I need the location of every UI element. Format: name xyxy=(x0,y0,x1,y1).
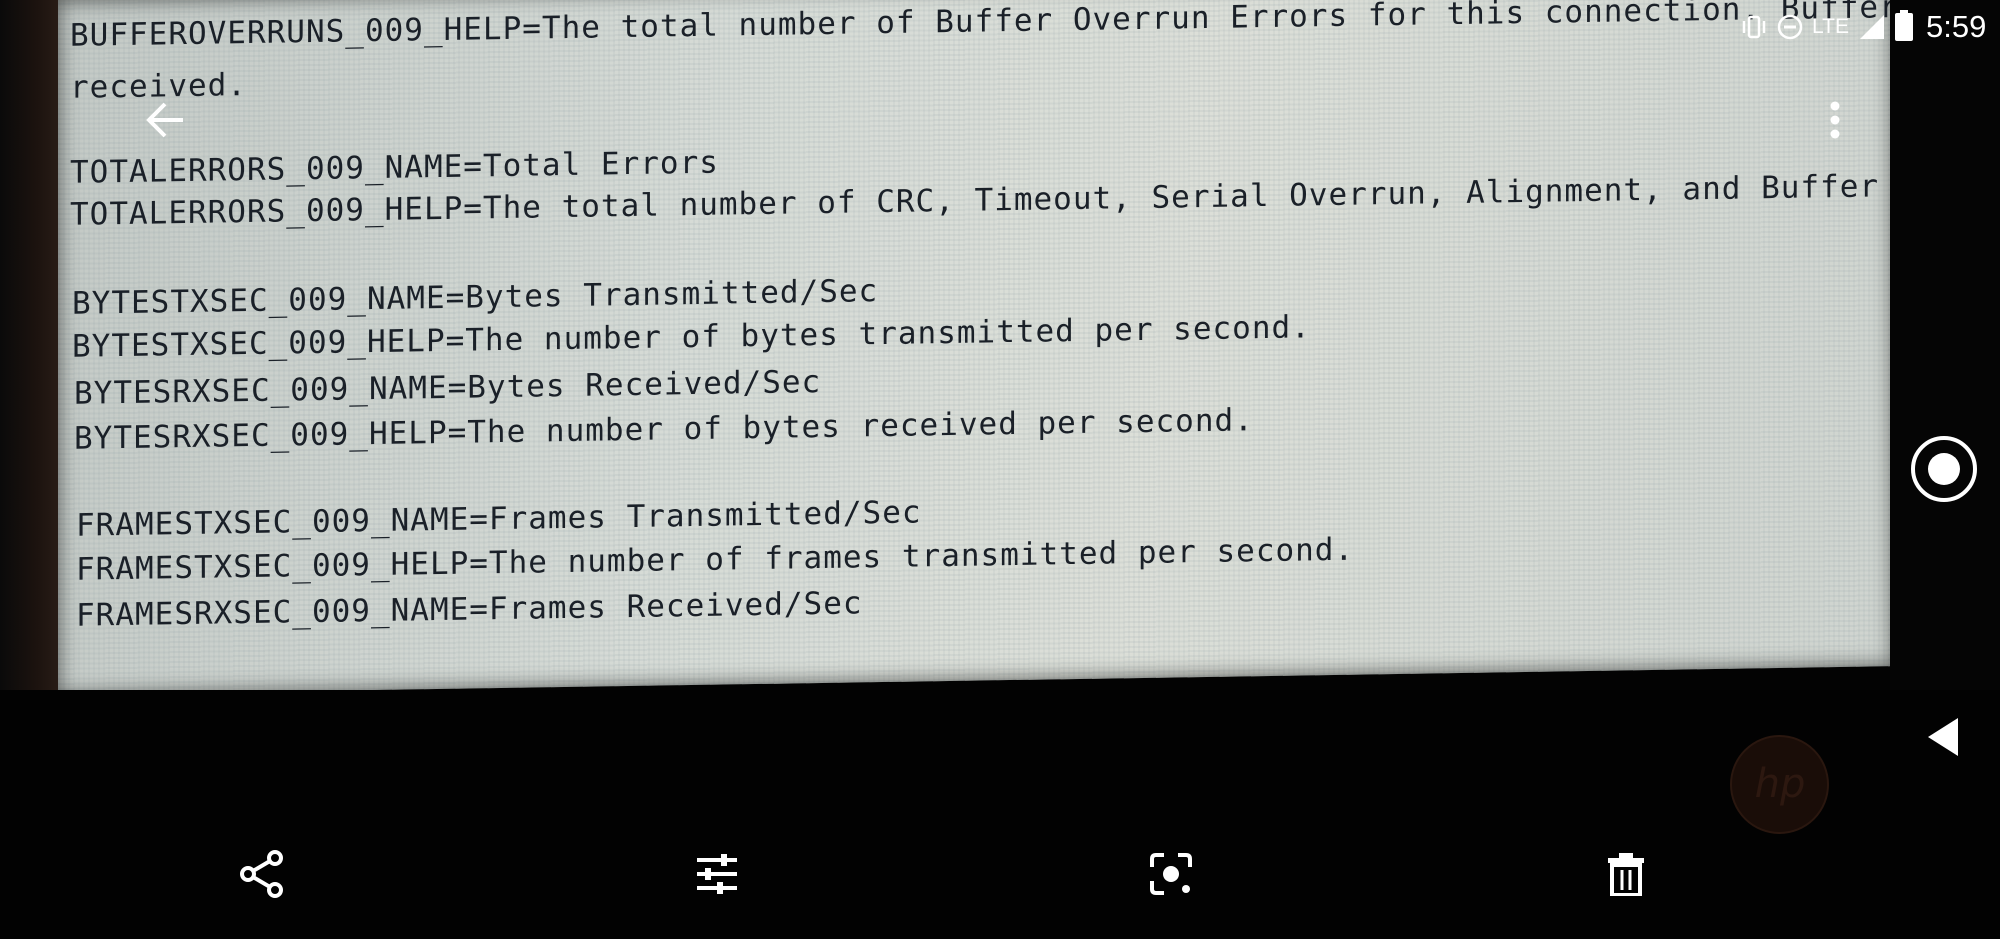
network-type: LTE xyxy=(1812,15,1849,38)
nav-back-button[interactable] xyxy=(1904,697,1984,777)
photographed-screen: BUFFEROVERRUNS_009_HELP=The total number… xyxy=(58,0,1977,695)
vibrate-icon xyxy=(1740,14,1768,44)
document-line: FRAMESRXSEC_009_NAME=Frames Received/Sec xyxy=(76,585,863,634)
home-circle-icon xyxy=(1911,436,1977,502)
more-vert-icon xyxy=(1830,101,1840,139)
edit-button[interactable] xyxy=(677,834,757,914)
arrow-left-icon xyxy=(146,102,183,138)
hp-logo-icon: hp xyxy=(1730,735,1829,834)
signal-icon xyxy=(1856,13,1886,45)
do-not-disturb-icon xyxy=(1776,13,1804,45)
photo-viewer: BUFFEROVERRUNS_009_HELP=The total number… xyxy=(0,0,2000,939)
trash-icon xyxy=(1608,853,1644,896)
nav-home-button[interactable] xyxy=(1904,429,1984,509)
share-icon xyxy=(240,850,283,898)
battery-icon xyxy=(1894,10,1914,46)
lens-button[interactable] xyxy=(1131,834,1211,914)
lens-icon xyxy=(1150,853,1192,895)
more-options-button[interactable] xyxy=(1795,80,1875,160)
document-line: BYTESTXSEC_009_NAME=Bytes Transmitted/Se… xyxy=(72,273,879,322)
share-button[interactable] xyxy=(222,834,302,914)
document-line: FRAMESTXSEC_009_NAME=Frames Transmitted/… xyxy=(76,494,922,544)
triangle-back-icon xyxy=(1928,718,1958,756)
document-line: BYTESRXSEC_009_HELP=The number of bytes … xyxy=(74,402,1254,457)
status-time: 5:59 xyxy=(1926,9,1987,44)
status-bar: LTE 5:59 xyxy=(1580,0,2000,54)
svg-text:hp: hp xyxy=(1755,761,1806,807)
back-button[interactable] xyxy=(125,80,205,160)
delete-button[interactable] xyxy=(1586,834,1666,914)
document-line: BYTESRXSEC_009_NAME=Bytes Received/Sec xyxy=(74,364,822,412)
tune-icon xyxy=(697,854,737,894)
